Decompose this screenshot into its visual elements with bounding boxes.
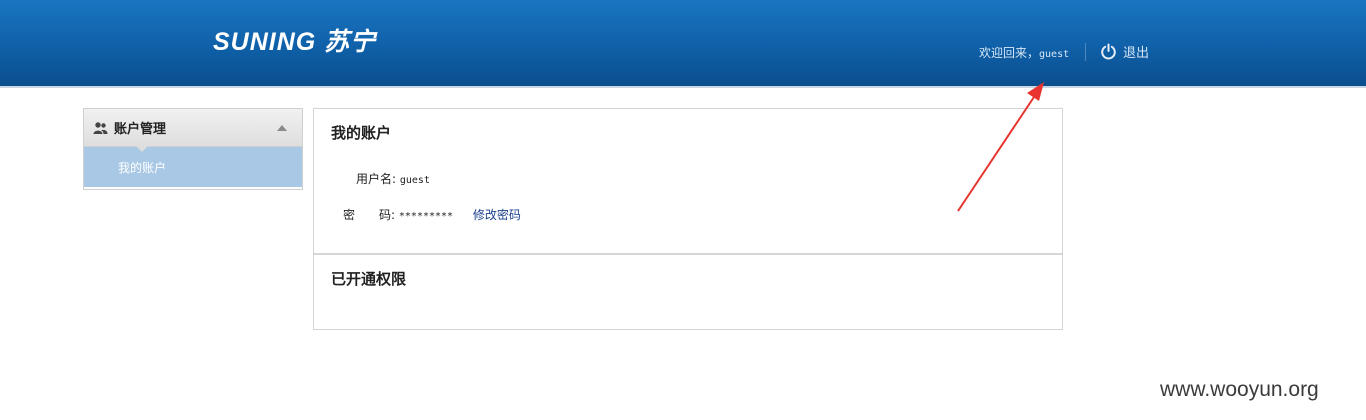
sidebar-item-my-account[interactable]: 我的账户 [84, 147, 302, 187]
password-row: 密 码: ********* 修改密码 [343, 206, 521, 223]
panel-title-permissions: 已开通权限 [331, 270, 407, 288]
password-value: ********* [398, 211, 454, 222]
welcome-prefix: 欢迎回来， [979, 46, 1040, 60]
top-header-bar: SUNING 苏宁 欢迎回来，guest 退出 [0, 0, 1366, 88]
watermark: www.wooyun.org [1160, 378, 1319, 401]
welcome-username: guest [1039, 49, 1070, 60]
sidebar: 账户管理 我的账户 [83, 108, 303, 190]
change-password-link[interactable]: 修改密码 [473, 208, 521, 222]
my-account-panel: 我的账户 用户名: guest 密 码: ********* 修改密码 [313, 108, 1063, 254]
username-value: guest [399, 175, 430, 186]
power-icon [1101, 43, 1116, 60]
password-label-part1: 密 [343, 208, 356, 222]
users-icon [93, 121, 108, 134]
username-label: 用户名: [356, 172, 397, 186]
sidebar-section-account-management[interactable]: 账户管理 [84, 109, 302, 152]
panel-title-my-account: 我的账户 [331, 124, 392, 142]
suning-logo[interactable]: SUNING 苏宁 [213, 22, 376, 58]
logout-label: 退出 [1123, 46, 1150, 61]
username-row: 用户名: guest [356, 170, 430, 187]
welcome-message: 欢迎回来，guest [979, 44, 1069, 61]
logout-button[interactable]: 退出 [1100, 42, 1149, 61]
password-label-part2: 码: [379, 208, 396, 222]
collapse-caret-icon[interactable] [277, 125, 287, 131]
permissions-panel: 已开通权限 [313, 254, 1063, 330]
section-pointer [136, 146, 148, 152]
sidebar-item-label: 我的账户 [118, 160, 167, 175]
header-divider [1085, 43, 1086, 61]
sidebar-section-title: 账户管理 [114, 122, 167, 137]
